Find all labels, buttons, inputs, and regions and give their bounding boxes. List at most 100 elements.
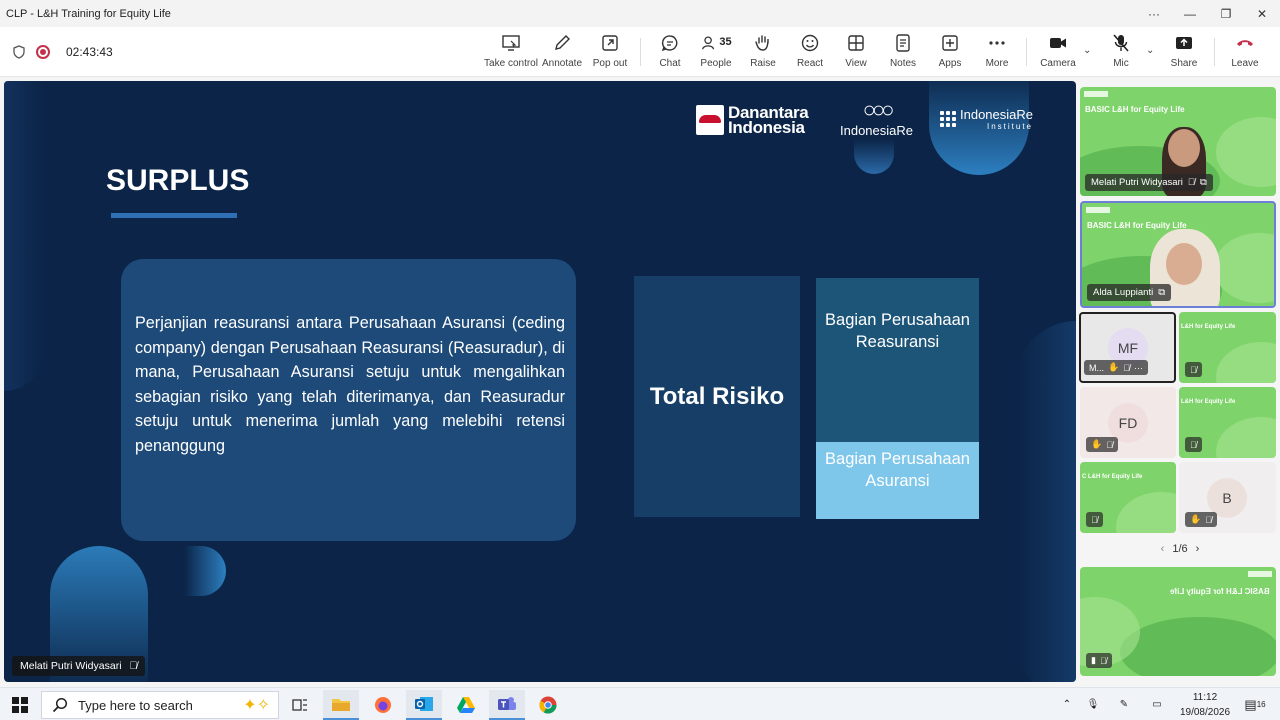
people-button[interactable]: 35 People <box>698 31 734 73</box>
participant-tile-fd[interactable]: FD ✋ 🎙̸ <box>1080 387 1176 458</box>
task-view-icon[interactable] <box>282 690 318 720</box>
file-explorer-icon[interactable] <box>323 690 359 720</box>
annotate-button[interactable]: Annotate <box>542 31 582 73</box>
chat-label: Chat <box>659 58 681 69</box>
shared-content-stage[interactable]: Danantara Indonesia ○○○ IndonesiaRe Indo… <box>4 81 1076 682</box>
participant-face <box>1168 129 1200 167</box>
grid-view-icon <box>848 35 864 51</box>
people-label: People <box>700 58 732 69</box>
chevron-left-icon[interactable]: ‹ <box>1161 543 1165 555</box>
mic-chevron-down-icon[interactable]: ⌄ <box>1146 45 1154 56</box>
ellipsis-icon[interactable]: ··· <box>1134 363 1143 373</box>
more-options-icon[interactable]: ··· <box>1136 0 1172 27</box>
share-button[interactable]: Share <box>1170 31 1198 73</box>
taskbar-search[interactable]: Type here to search ✦✧ <box>41 691 279 719</box>
slide-decoration <box>854 139 894 174</box>
page-indicator: 1/6 <box>1172 543 1188 555</box>
outlook-icon[interactable] <box>406 690 442 720</box>
annotate-label: Annotate <box>541 58 583 69</box>
more-button[interactable]: More <box>984 31 1010 73</box>
self-status-bar: ▮ 🎙̸ <box>1086 653 1112 668</box>
participant-tile[interactable]: L&H for Equity Life 🎙̸ <box>1179 312 1276 383</box>
leave-label: Leave <box>1231 58 1259 69</box>
restore-button[interactable]: ❐ <box>1208 0 1244 27</box>
notes-icon <box>896 34 910 52</box>
presenter-name: Melati Putri Widyasari <box>20 660 122 672</box>
participant-tile-melati[interactable]: BASIC L&H for Equity Life Melati Putri W… <box>1080 87 1276 196</box>
participant-name: Melati Putri Widyasari <box>1091 177 1183 188</box>
indonesiare-institute-logo: IndonesiaRe Institute <box>940 107 1033 131</box>
firefox-icon[interactable] <box>365 690 401 720</box>
mic-button[interactable]: Mic <box>1108 31 1134 73</box>
raise-hand-button[interactable]: Raise <box>750 31 776 73</box>
smiley-icon <box>801 34 819 52</box>
chevron-up-icon[interactable]: ⌃ <box>1058 688 1076 720</box>
self-view-tile[interactable]: BASIC L&H for Equity Life ▮ 🎙̸ <box>1080 567 1276 676</box>
participant-name-tag: Alda Luppianti ⧉ <box>1087 284 1172 301</box>
toolbar-divider <box>1026 38 1027 66</box>
participant-tile-alda[interactable]: BASIC L&H for Equity Life Alda Luppianti… <box>1080 201 1276 308</box>
notes-button[interactable]: Notes <box>889 31 917 73</box>
toolbar-divider <box>1214 38 1215 66</box>
react-label: React <box>796 58 824 69</box>
tile-banner-text: C L&H for Equity Life <box>1082 474 1143 480</box>
clock-time: 11:12 <box>1192 692 1218 703</box>
participant-tile[interactable]: C L&H for Equity Life 🎙̸ <box>1080 462 1176 533</box>
close-button[interactable]: ✕ <box>1244 0 1280 27</box>
window-title: CLP - L&H Training for Equity Life <box>6 7 171 20</box>
recording-icon <box>36 45 50 59</box>
signal-icon: ▮ <box>1091 655 1096 665</box>
indonesiare-rings-icon: ○○○ <box>862 97 895 122</box>
slide-title: SURPLUS <box>106 164 250 197</box>
google-drive-icon[interactable] <box>448 690 484 720</box>
ellipsis-icon <box>989 41 1005 45</box>
pen-icon <box>555 35 570 50</box>
notes-label: Notes <box>889 58 917 69</box>
search-placeholder: Type here to search <box>78 697 193 713</box>
toolbar-divider <box>640 38 641 66</box>
participant-name: M... <box>1089 362 1104 373</box>
background-decoration <box>1116 492 1176 533</box>
participant-tile-b[interactable]: B ✋ 🎙̸ <box>1179 462 1276 533</box>
camera-chevron-down-icon[interactable]: ⌄ <box>1083 45 1091 56</box>
windows-start-icon[interactable] <box>12 697 28 713</box>
camera-button[interactable]: Camera <box>1040 31 1076 73</box>
chevron-right-icon[interactable]: › <box>1196 543 1200 555</box>
view-button[interactable]: View <box>844 31 868 73</box>
minimize-button[interactable]: — <box>1172 0 1208 27</box>
notification-center-icon[interactable]: ▤ 16 <box>1244 688 1266 720</box>
mic-off-icon: 🎙̸ <box>1185 437 1202 452</box>
participant-pager: ‹ 1/6 › <box>1150 543 1210 555</box>
banner-logo <box>1086 207 1110 213</box>
taskbar-clock[interactable]: 11:12 19/08/2026 <box>1170 690 1240 720</box>
apps-button[interactable]: Apps <box>938 31 962 73</box>
mirrored-banner-text: BASIC L&H for Equity Life <box>1170 587 1270 596</box>
chat-button[interactable]: Chat <box>656 31 684 73</box>
sparkle-icon: ✦✧ <box>243 697 270 714</box>
take-control-icon <box>502 35 520 51</box>
title-underline <box>111 213 237 218</box>
pen-icon[interactable]: ✎ <box>1114 688 1134 720</box>
total-risk-box: Total Risiko <box>634 276 800 517</box>
danantara-logo-text: Danantara Indonesia <box>728 104 809 136</box>
take-control-button[interactable]: Take control <box>484 31 538 73</box>
leave-button[interactable]: Leave <box>1230 31 1260 73</box>
definition-text: Perjanjian reasuransi antara Perusahaan … <box>135 314 565 455</box>
participant-tile[interactable]: L&H for Equity Life 🎙̸ <box>1179 387 1276 458</box>
react-button[interactable]: React <box>797 31 823 73</box>
display-icon[interactable]: ▭ <box>1146 688 1168 720</box>
microphone-icon[interactable]: 🎙 <box>1084 688 1102 720</box>
clock-date: 19/08/2026 <box>1179 707 1231 718</box>
teams-icon[interactable] <box>489 690 525 720</box>
tile-banner-text: L&H for Equity Life <box>1181 399 1236 405</box>
mic-off-icon: 🎙̸ <box>1086 512 1103 527</box>
search-icon <box>52 697 68 713</box>
background-decoration <box>1216 342 1276 383</box>
participant-tile-mf[interactable]: MF M... ✋ 🎙̸ ··· <box>1079 312 1176 383</box>
pop-out-button[interactable]: Pop out <box>592 31 628 73</box>
chrome-icon[interactable] <box>530 690 566 720</box>
camera-label: Camera <box>1040 58 1076 69</box>
more-label: More <box>985 58 1009 69</box>
mic-off-icon: 🎙̸ <box>1205 514 1212 525</box>
people-icon <box>702 36 715 50</box>
